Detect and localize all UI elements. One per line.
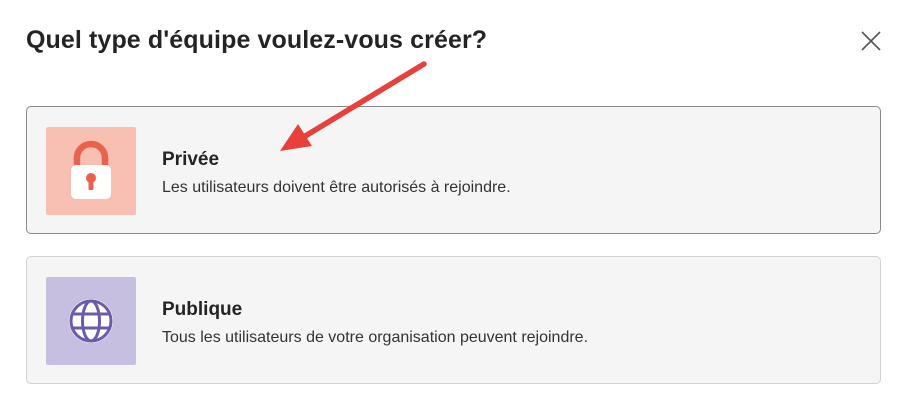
- close-button[interactable]: [858, 28, 884, 54]
- option-private-description: Les utilisateurs doivent être autorisés …: [162, 179, 511, 196]
- create-team-dialog: Quel type d'équipe voulez-vous créer? Pr…: [0, 0, 902, 406]
- public-tile: [46, 277, 136, 365]
- close-icon: [861, 31, 881, 51]
- option-public-title: Publique: [162, 299, 243, 320]
- dialog-title: Quel type d'équipe voulez-vous créer?: [26, 26, 488, 54]
- option-public-description: Tous les utilisateurs de votre organisat…: [162, 329, 589, 346]
- option-private[interactable]: Privée Les utilisateurs doivent être aut…: [26, 106, 881, 234]
- lock-icon: [71, 140, 111, 199]
- globe-icon: [69, 299, 113, 343]
- option-private-title: Privée: [162, 149, 220, 170]
- option-public[interactable]: Publique Tous les utilisateurs de votre …: [26, 256, 881, 384]
- private-tile: [46, 127, 136, 215]
